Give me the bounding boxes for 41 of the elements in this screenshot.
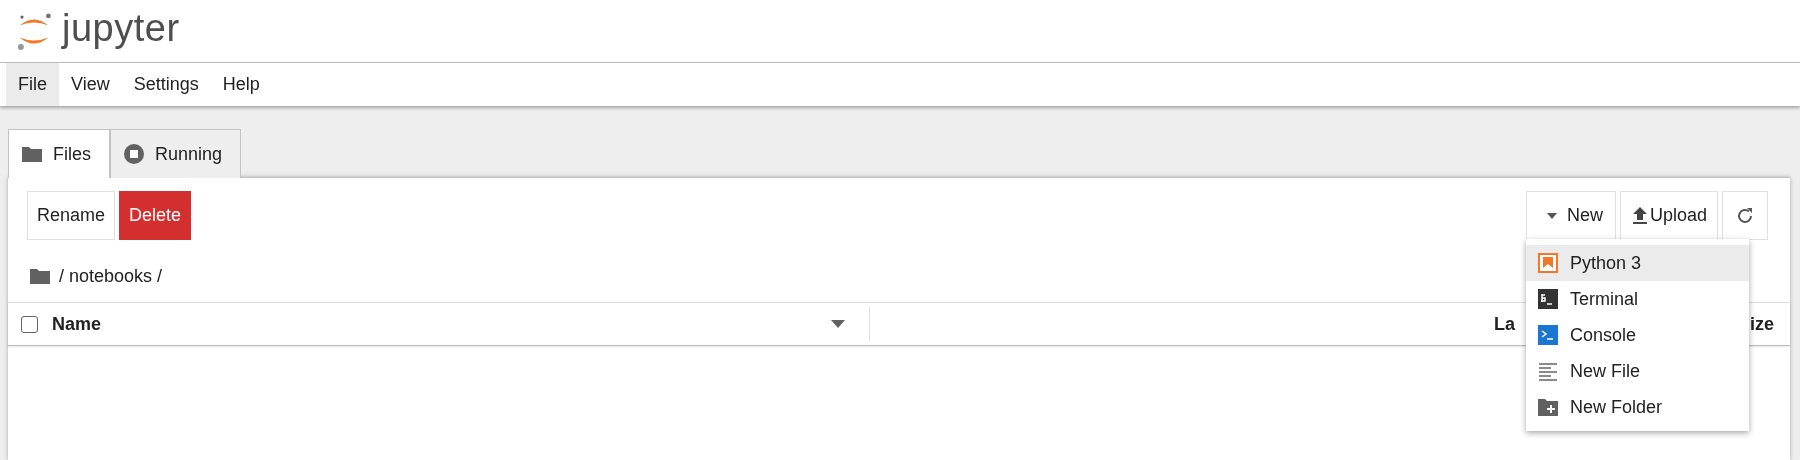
logo-text: jupyter (62, 6, 180, 50)
console-icon (1537, 325, 1558, 345)
menu-entry[interactable]: New Folder (1525, 389, 1749, 425)
menu-item[interactable]: Settings (121, 63, 211, 106)
text-file-icon (1537, 361, 1558, 381)
delete-button[interactable]: Delete (119, 191, 192, 240)
upload-button[interactable]: Upload (1619, 191, 1718, 240)
menu-entry[interactable]: Console (1525, 317, 1749, 353)
stop-icon (123, 143, 145, 165)
menu-entry-label: New Folder (1569, 396, 1662, 418)
menu-item[interactable]: File (6, 63, 59, 106)
bookmark-icon (1537, 253, 1558, 273)
menu-entry-label: Terminal (1569, 288, 1638, 310)
breadcrumb-path: / notebooks / (59, 265, 163, 287)
column-header[interactable]: La (1494, 313, 1515, 335)
folder-icon (29, 267, 51, 285)
column-header[interactable]: ize (1750, 313, 1774, 335)
tab[interactable]: Files (8, 129, 110, 178)
tab[interactable]: Running (110, 129, 242, 178)
new-folder-icon (1537, 398, 1558, 416)
menu-item[interactable]: Help (210, 63, 272, 106)
sort-caret-icon[interactable] (831, 320, 845, 328)
select-all-checkbox[interactable] (21, 315, 38, 333)
refresh-icon (1736, 206, 1754, 225)
refresh-button[interactable] (1722, 191, 1768, 240)
column-header[interactable]: Name (52, 313, 102, 335)
menu-entry-label: New File (1569, 360, 1640, 382)
tab-label: Running (155, 143, 223, 165)
menu-entry-label: Console (1569, 324, 1636, 346)
menu-item[interactable]: View (59, 63, 122, 106)
terminal-icon (1537, 289, 1558, 309)
new-button[interactable]: New (1525, 191, 1616, 240)
caret-icon (1546, 212, 1557, 219)
menu-entry[interactable]: New File (1525, 353, 1749, 389)
tab-label: Files (53, 143, 91, 165)
rename-button[interactable]: Rename (27, 191, 116, 240)
folder-icon (21, 145, 43, 163)
menu-entry[interactable]: Terminal (1525, 281, 1749, 317)
menu-entry[interactable]: Python 3 (1525, 245, 1749, 281)
menu-entry-label: Python 3 (1569, 252, 1641, 274)
upload-icon (1632, 207, 1647, 224)
